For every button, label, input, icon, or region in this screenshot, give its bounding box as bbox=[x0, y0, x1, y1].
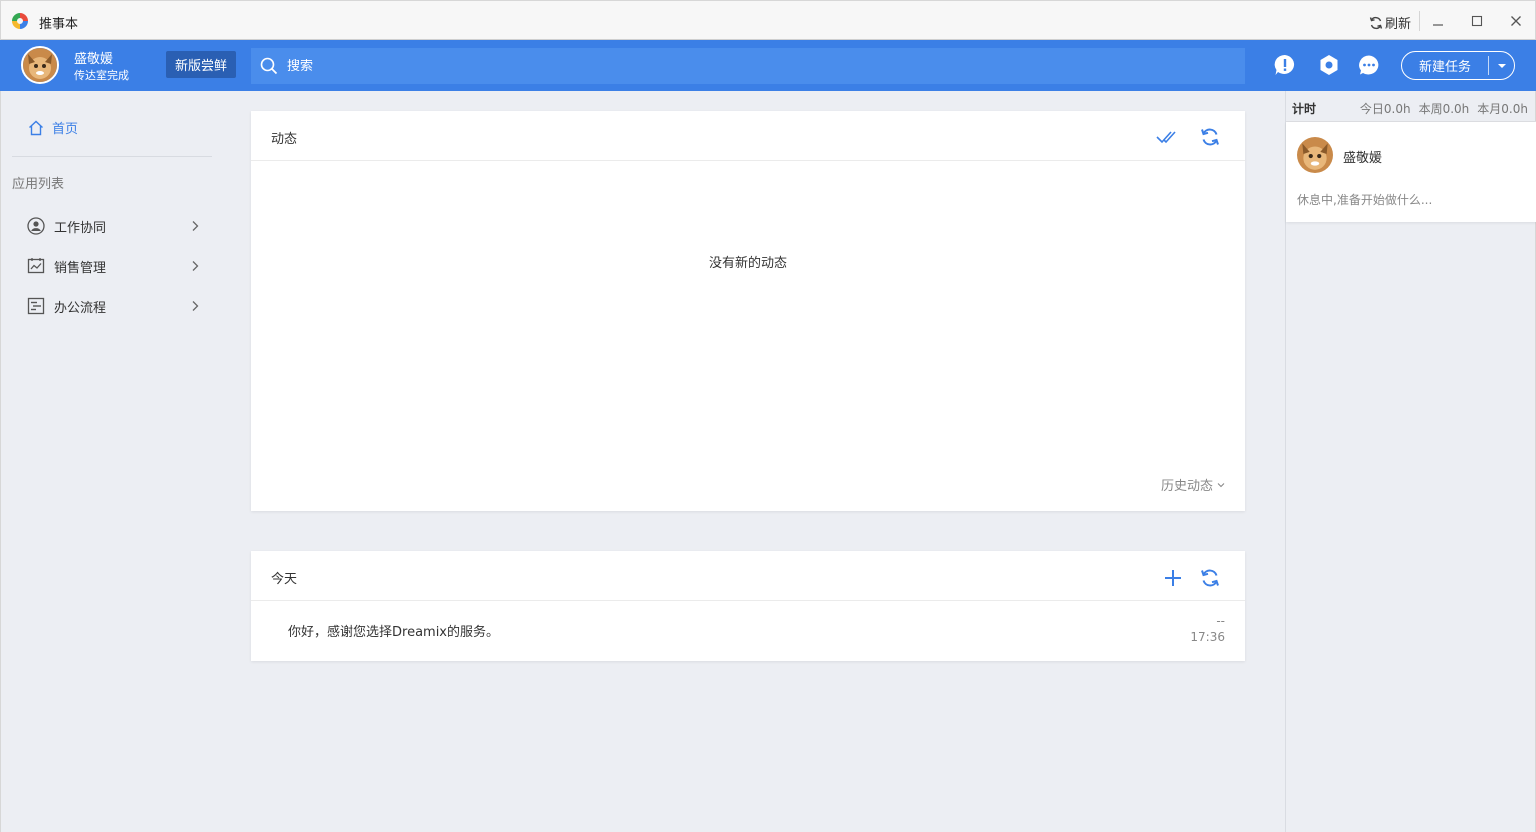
search-icon bbox=[259, 56, 279, 76]
minimize-icon bbox=[1433, 24, 1443, 26]
history-label: 历史动态 bbox=[1160, 479, 1213, 494]
try-new-version-button[interactable]: 新版尝鲜 bbox=[166, 51, 236, 78]
today-title: 今天 bbox=[271, 572, 298, 587]
nav-home-label: 首页 bbox=[52, 122, 79, 137]
maximize-button[interactable] bbox=[1465, 9, 1489, 33]
titlebar-divider bbox=[1419, 11, 1420, 31]
user-status: 传达室完成 bbox=[74, 69, 129, 82]
timer-label: 计时 bbox=[1292, 102, 1317, 116]
sidebar-item-label: 销售管理 bbox=[54, 260, 107, 276]
sidebar-item-work-collaboration[interactable]: 工作协同 bbox=[27, 214, 199, 238]
refresh-label: 刷新 bbox=[1385, 17, 1412, 32]
close-button[interactable] bbox=[1504, 9, 1528, 33]
sidebar-item-label: 办公流程 bbox=[54, 300, 107, 316]
app-list-heading: 应用列表 bbox=[12, 177, 65, 192]
chart-icon bbox=[27, 257, 45, 275]
today-item-time: 17:36 bbox=[1190, 630, 1225, 644]
chevron-right-icon bbox=[191, 220, 199, 232]
today-list-item[interactable]: 你好，感谢您选择Dreamix的服务。 -- 17:36 bbox=[251, 601, 1245, 661]
chevron-down-icon bbox=[1217, 482, 1225, 487]
title-bar: 推事本 刷新 bbox=[0, 0, 1536, 40]
empty-activity-message: 没有新的动态 bbox=[708, 256, 787, 271]
mark-all-read-icon[interactable] bbox=[1156, 125, 1180, 149]
app-title: 推事本 bbox=[39, 17, 79, 32]
refresh-icon bbox=[1369, 16, 1383, 29]
timer-today: 今日0.0h bbox=[1359, 102, 1411, 116]
timer-user-card[interactable]: 盛敬媛 休息中,准备开始做什么... bbox=[1286, 122, 1536, 222]
avatar-image bbox=[23, 48, 57, 82]
refresh-icon[interactable] bbox=[1198, 125, 1222, 149]
chevron-right-icon bbox=[191, 260, 199, 272]
nav-home[interactable]: 首页 bbox=[28, 118, 78, 137]
maximize-icon bbox=[1471, 15, 1483, 27]
notification-alert-icon[interactable] bbox=[1273, 53, 1297, 77]
sidebar-item-sales-management[interactable]: 销售管理 bbox=[27, 254, 199, 278]
history-activity-link[interactable]: 历史动态 bbox=[1161, 475, 1225, 494]
search-input[interactable] bbox=[287, 58, 1187, 74]
today-item-dash: -- bbox=[1216, 614, 1225, 628]
new-task-button[interactable]: 新建任务 bbox=[1401, 51, 1515, 80]
timer-user-status: 休息中,准备开始做什么... bbox=[1297, 193, 1433, 207]
today-card: 今天 你好，感谢您选择Dreamix的服务。 -- 17:36 bbox=[251, 551, 1245, 661]
chat-icon[interactable] bbox=[1357, 53, 1381, 77]
timer-user-avatar bbox=[1297, 137, 1333, 173]
activity-title: 动态 bbox=[271, 132, 298, 147]
user-name: 盛敬媛 bbox=[74, 52, 114, 67]
app-logo-icon bbox=[12, 13, 28, 29]
new-task-dropdown-icon[interactable] bbox=[1489, 63, 1514, 69]
main-header: 盛敬媛 传达室完成 新版尝鲜 新建任务 bbox=[0, 40, 1536, 91]
sidebar-divider bbox=[12, 156, 212, 157]
timer-panel: 计时 今日0.0h 本周0.0h 本月0.0h 盛敬媛 休息中,准备开始做什么.… bbox=[1285, 91, 1536, 832]
user-avatar[interactable] bbox=[21, 46, 59, 84]
activity-card-header: 动态 bbox=[251, 111, 1245, 161]
timer-user-name: 盛敬媛 bbox=[1343, 151, 1383, 166]
timer-week: 本周0.0h bbox=[1418, 102, 1470, 116]
settings-gear-icon[interactable] bbox=[1317, 53, 1341, 77]
sidebar-item-label: 工作协同 bbox=[54, 220, 107, 236]
timer-stats: 今日0.0h 本周0.0h 本月0.0h bbox=[1360, 100, 1528, 117]
refresh-button[interactable]: 刷新 bbox=[1369, 13, 1411, 32]
timer-header: 计时 今日0.0h 本周0.0h 本月0.0h bbox=[1286, 91, 1536, 122]
flow-icon bbox=[27, 297, 45, 315]
new-task-label: 新建任务 bbox=[1418, 60, 1471, 75]
activity-card: 动态 没有新的动态 历史动态 bbox=[251, 111, 1245, 511]
home-icon bbox=[29, 120, 43, 135]
left-sidebar: 首页 应用列表 工作协同 销售管理 办公流程 bbox=[0, 91, 230, 832]
person-circle-icon bbox=[27, 217, 45, 235]
add-icon[interactable] bbox=[1161, 566, 1185, 590]
chevron-right-icon bbox=[191, 300, 199, 312]
sidebar-item-office-workflow[interactable]: 办公流程 bbox=[27, 294, 199, 318]
today-card-header: 今天 bbox=[251, 551, 1245, 601]
timer-month: 本月0.0h bbox=[1477, 102, 1528, 116]
today-item-message: 你好，感谢您选择Dreamix的服务。 bbox=[288, 625, 500, 640]
search-bar[interactable] bbox=[251, 48, 1245, 84]
close-icon bbox=[1511, 16, 1521, 26]
refresh-icon[interactable] bbox=[1198, 566, 1222, 590]
minimize-button[interactable] bbox=[1426, 9, 1450, 33]
